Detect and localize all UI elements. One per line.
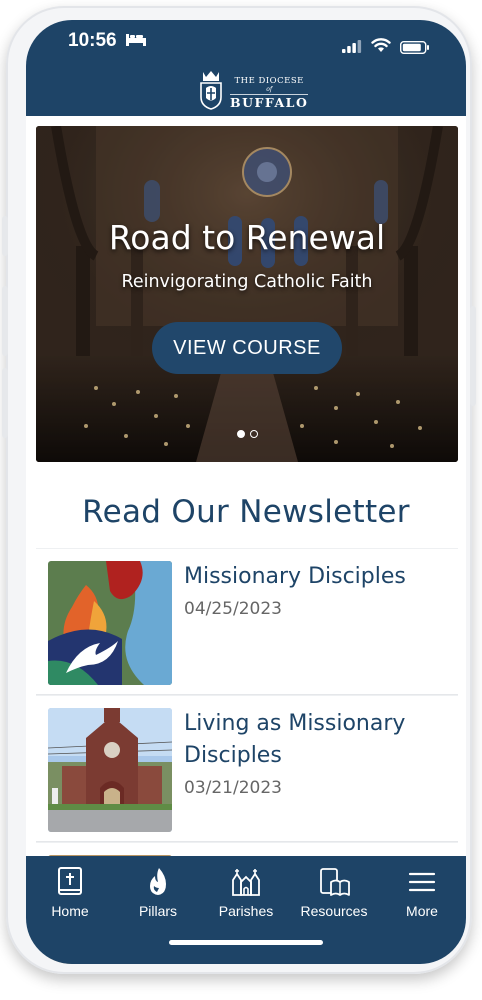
- newsletter-date: 04/25/2023: [184, 599, 282, 619]
- view-course-button[interactable]: VIEW COURSE: [152, 322, 342, 374]
- missionary-disciples-art-image: [48, 561, 172, 685]
- carousel-pagination: [36, 430, 458, 438]
- carousel-dot-1[interactable]: [236, 430, 245, 438]
- newsletter-thumbnail: [48, 561, 172, 685]
- diocese-logo-wordmark: THE DIOCESE of BUFFALO: [230, 76, 309, 110]
- hero-title: Road to Renewal: [108, 218, 386, 257]
- newsletter-list-item[interactable]: Living as Missionary Disciples 03/21/202…: [36, 695, 458, 842]
- book-resources-icon: [320, 868, 350, 896]
- bottom-tab-bar: Home Pillars Parishes Resources More: [26, 856, 466, 964]
- logo-line-2: of: [266, 85, 273, 93]
- hamburger-menu-icon: [408, 872, 436, 892]
- tab-resources[interactable]: Resources: [290, 866, 378, 919]
- phone-side-button: [2, 216, 8, 256]
- church-icon: [232, 869, 260, 896]
- wifi-icon: [371, 38, 391, 52]
- phone-side-button: [2, 368, 8, 438]
- flame-icon: [150, 868, 166, 895]
- newsletter-title: Living as Missionary Disciples: [184, 711, 406, 768]
- diocese-crest-icon: [200, 71, 222, 110]
- status-time: 10:56: [68, 30, 117, 51]
- tab-more[interactable]: More: [378, 866, 466, 919]
- hero-subtitle: Reinvigorating Catholic Faith: [121, 272, 373, 292]
- newsletter-list-item[interactable]: Missionary Disciples 04/25/2023: [36, 548, 458, 695]
- tab-resources-label: Resources: [300, 903, 368, 919]
- app-screen: 10:56 THE DIOCESE of BUFFALO Road to Ren…: [26, 20, 466, 964]
- tab-pillars[interactable]: Pillars: [114, 866, 202, 919]
- tab-home[interactable]: Home: [26, 866, 114, 919]
- hero-carousel[interactable]: Road to Renewal Reinvigorating Catholic …: [36, 126, 458, 462]
- newsletter-date: 03/21/2023: [184, 778, 282, 798]
- tab-parishes-label: Parishes: [218, 903, 274, 919]
- carousel-dot-2[interactable]: [249, 430, 258, 438]
- top-bar: 10:56 THE DIOCESE of BUFFALO: [26, 20, 466, 116]
- battery-icon: [400, 41, 429, 54]
- phone-side-button: [2, 286, 8, 356]
- phone-frame: 10:56 THE DIOCESE of BUFFALO Road to Ren…: [2, 6, 476, 974]
- tab-more-label: More: [406, 903, 438, 919]
- cellular-signal-icon: [342, 40, 362, 53]
- sleep-bed-icon: [126, 34, 146, 46]
- cathedral-interior-image: [36, 126, 458, 462]
- logo-line-3: BUFFALO: [230, 93, 309, 110]
- tab-pillars-label: Pillars: [138, 903, 178, 919]
- church-building-photo-image: [48, 708, 172, 832]
- bible-icon: [58, 867, 82, 895]
- home-indicator-bar[interactable]: [169, 940, 323, 945]
- newsletter-thumbnail: [48, 708, 172, 832]
- newsletter-heading: Read Our Newsletter: [82, 494, 410, 530]
- phone-side-button: [470, 306, 476, 406]
- tab-home-label: Home: [51, 903, 89, 919]
- tab-parishes[interactable]: Parishes: [202, 866, 290, 919]
- newsletter-title: Missionary Disciples: [184, 564, 406, 589]
- logo-line-1: THE DIOCESE: [234, 76, 304, 86]
